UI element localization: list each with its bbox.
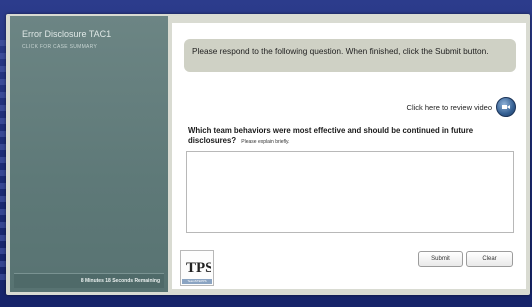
answer-textarea[interactable]: [186, 151, 514, 233]
question-panel: Please respond to the following question…: [172, 23, 526, 289]
time-remaining: 8 Minutes 18 Seconds Remaining: [14, 273, 164, 288]
question-text: Which team behaviors were most effective…: [188, 126, 514, 147]
teamstepps-logo: TPS TeamSTEPPS: [180, 250, 214, 286]
review-video-link[interactable]: Click here to review video: [407, 97, 516, 117]
logo-mark-icon: TPS: [186, 260, 211, 276]
submit-button[interactable]: Submit: [418, 251, 463, 267]
case-summary-link[interactable]: CLICK FOR CASE SUMMARY: [22, 44, 97, 50]
question-hint: Please explain briefly.: [241, 139, 290, 145]
svg-text:TPS: TPS: [186, 260, 211, 276]
sidebar: Error Disclosure TAC1 CLICK FOR CASE SUM…: [10, 16, 168, 292]
logo-caption: TeamSTEPPS: [182, 279, 212, 284]
video-play-icon[interactable]: [496, 97, 516, 117]
instruction-box: Please respond to the following question…: [184, 39, 516, 72]
module-title: Error Disclosure TAC1: [22, 29, 112, 39]
review-video-label: Click here to review video: [406, 102, 492, 112]
question-label: Which team behaviors were most effective…: [188, 126, 474, 145]
clear-button[interactable]: Clear: [466, 251, 513, 267]
